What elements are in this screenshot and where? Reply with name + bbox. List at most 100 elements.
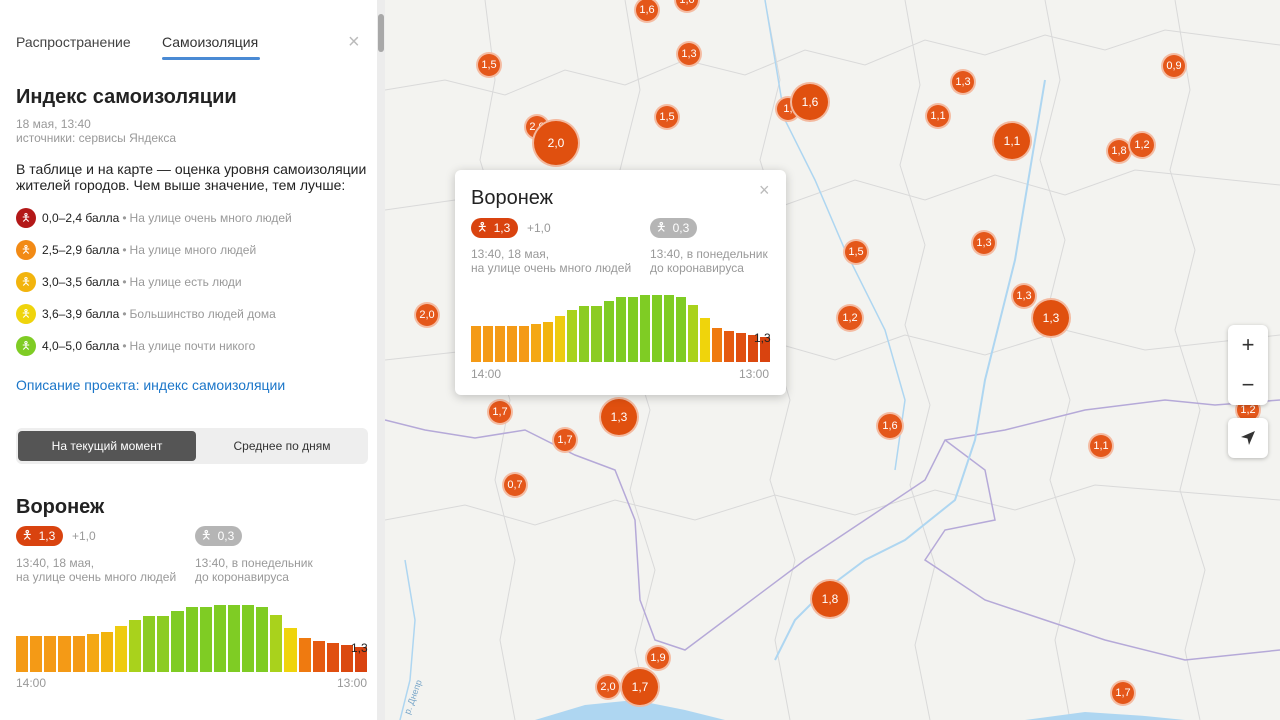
map-marker[interactable]: 0,7 bbox=[502, 472, 528, 498]
updated-time: 18 мая, 13:40 bbox=[16, 117, 91, 131]
map-marker[interactable]: 1,8 bbox=[810, 579, 850, 619]
current-time: 13:40, 18 мая, bbox=[16, 556, 95, 570]
popup-axis-start-label: 14:00 bbox=[471, 367, 502, 381]
map-marker[interactable]: 1,7 bbox=[1110, 680, 1136, 706]
map-marker[interactable]: 1,1 bbox=[925, 103, 951, 129]
zoom-in-button[interactable]: + bbox=[1228, 325, 1268, 365]
chart-bar bbox=[579, 306, 590, 362]
chart-bar bbox=[72, 635, 85, 672]
tab-self-isolation[interactable]: Самоизоляция bbox=[162, 34, 258, 50]
map-marker[interactable]: 2,0 bbox=[532, 119, 580, 167]
map-marker[interactable]: 1,3 bbox=[1031, 298, 1071, 338]
hourly-chart bbox=[16, 600, 368, 672]
baseline-index-badge: 🯅 0,3 bbox=[195, 526, 243, 546]
legend-note: На улице есть люди bbox=[129, 275, 242, 289]
person-icon: 🯅 bbox=[16, 272, 36, 292]
chart-bar bbox=[591, 306, 602, 362]
map-marker[interactable]: 1,7 bbox=[552, 427, 578, 453]
city-name: Воронеж bbox=[16, 496, 105, 518]
map-marker[interactable]: 1,3 bbox=[971, 230, 997, 256]
map-marker[interactable]: 1,3 bbox=[950, 69, 976, 95]
location-arrow-icon bbox=[1241, 431, 1255, 445]
legend-range: 3,6–3,9 балла bbox=[42, 307, 120, 321]
chart-bar bbox=[651, 294, 662, 362]
chart-bar bbox=[531, 323, 542, 362]
popup-index-delta: +1,0 bbox=[527, 221, 551, 235]
map-marker[interactable]: 1,6 bbox=[790, 82, 830, 122]
active-tab-indicator bbox=[162, 57, 260, 60]
chart-bar bbox=[687, 304, 698, 362]
popup-close-icon[interactable]: × bbox=[759, 180, 770, 200]
map-marker[interactable]: 1,3 bbox=[1011, 283, 1037, 309]
chart-bar bbox=[227, 604, 240, 672]
popup-chart-last-value: 1,3 bbox=[754, 331, 771, 345]
chart-bar bbox=[723, 331, 735, 362]
chart-bar bbox=[270, 614, 283, 672]
map-marker[interactable]: 1,3 bbox=[599, 397, 639, 437]
map[interactable]: 1,61,01,51,32,02,01,51,1,61,31,11,11,81,… bbox=[385, 0, 1280, 720]
map-marker[interactable]: 1,5 bbox=[843, 239, 869, 265]
legend-note: На улице очень много людей bbox=[129, 211, 292, 225]
city-popup[interactable]: Воронеж × 🯅 1,3 +1,0 🯅 0,3 13:40, 18 мая… bbox=[455, 170, 786, 395]
legend-item: 🯅 3,6–3,9 балла • Большинство людей дома bbox=[16, 304, 276, 324]
map-marker[interactable]: 0,9 bbox=[1161, 53, 1187, 79]
baseline-time: 13:40, в понедельник bbox=[195, 556, 313, 570]
map-marker[interactable]: 1,5 bbox=[476, 52, 502, 78]
map-marker[interactable]: 1,7 bbox=[620, 667, 660, 707]
axis-end-label: 13:00 bbox=[337, 676, 368, 690]
legend-note: На улице много людей bbox=[129, 243, 257, 257]
map-marker[interactable]: 1,1 bbox=[992, 121, 1032, 161]
map-marker[interactable]: 1,9 bbox=[645, 645, 671, 671]
person-icon: 🯅 bbox=[201, 527, 212, 542]
close-icon[interactable]: × bbox=[348, 32, 360, 52]
chart-bar bbox=[663, 294, 674, 362]
chart-bar bbox=[555, 316, 566, 362]
chart-bar bbox=[603, 300, 614, 362]
chart-bar bbox=[699, 317, 710, 362]
geolocation-button[interactable] bbox=[1228, 418, 1268, 458]
legend-separator: • bbox=[122, 339, 127, 353]
person-icon: 🯅 bbox=[16, 336, 36, 356]
map-marker[interactable]: 1,2 bbox=[836, 304, 864, 332]
map-marker[interactable]: 1,3 bbox=[676, 41, 702, 67]
current-index-value: 1,3 bbox=[38, 529, 56, 543]
daily-average-button[interactable]: Среднее по дням bbox=[198, 431, 366, 461]
chart-bar bbox=[242, 604, 255, 672]
legend-separator: • bbox=[122, 211, 127, 225]
chart-bar bbox=[213, 604, 226, 672]
legend-note: Большинство людей дома bbox=[129, 307, 276, 321]
chart-bar bbox=[507, 325, 518, 362]
current-moment-button[interactable]: На текущий момент bbox=[18, 431, 196, 461]
person-icon: 🯅 bbox=[16, 240, 36, 260]
person-icon: 🯅 bbox=[477, 219, 488, 234]
chart-bar bbox=[495, 325, 506, 362]
zoom-out-button[interactable]: − bbox=[1228, 365, 1268, 405]
chart-bar bbox=[567, 310, 578, 362]
scrollbar[interactable] bbox=[377, 0, 385, 720]
map-marker[interactable]: 1,5 bbox=[654, 104, 680, 130]
popup-baseline-index-value: 0,3 bbox=[672, 221, 690, 235]
chart-bar bbox=[100, 631, 113, 672]
map-marker[interactable]: 2,0 bbox=[414, 302, 440, 328]
chart-bar bbox=[711, 327, 722, 362]
scrollbar-thumb[interactable] bbox=[378, 14, 384, 52]
chart-bar bbox=[312, 641, 325, 672]
tab-spread[interactable]: Распространение bbox=[16, 34, 131, 50]
map-marker[interactable]: 1,6 bbox=[876, 412, 904, 440]
project-description-link[interactable]: Описание проекта: индекс самоизоляции bbox=[16, 377, 285, 393]
map-marker[interactable]: 1,1 bbox=[1088, 433, 1114, 459]
legend-range: 2,5–2,9 балла bbox=[42, 243, 120, 257]
map-marker[interactable]: 1,2 bbox=[1128, 131, 1156, 159]
popup-current-desc: на улице очень много людей bbox=[471, 261, 632, 275]
chart-bar bbox=[185, 606, 198, 672]
sidebar: Распространение Самоизоляция × Индекс са… bbox=[0, 0, 385, 720]
chart-bar bbox=[44, 635, 57, 672]
popup-baseline-index-badge: 🯅 0,3 bbox=[650, 218, 698, 238]
chart-bar bbox=[471, 325, 482, 362]
baseline-index-value: 0,3 bbox=[217, 529, 235, 543]
popup-current-time: 13:40, 18 мая, bbox=[471, 247, 550, 261]
map-marker[interactable]: 2,0 bbox=[595, 674, 621, 700]
legend-range: 3,0–3,5 балла bbox=[42, 275, 120, 289]
legend-range: 4,0–5,0 балла bbox=[42, 339, 120, 353]
map-marker[interactable]: 1,7 bbox=[487, 399, 513, 425]
